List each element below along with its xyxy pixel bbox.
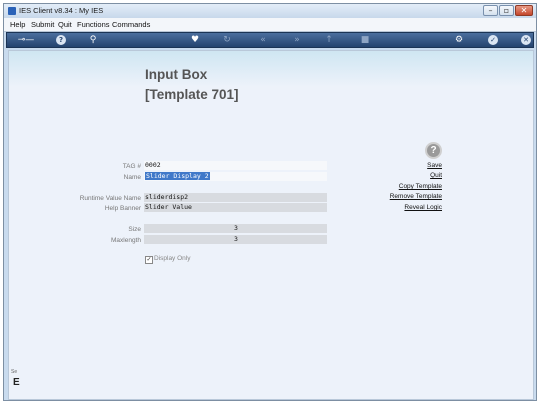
maximize-button[interactable]: ▫ bbox=[499, 5, 514, 16]
fast-forward-icon[interactable]: » bbox=[291, 34, 303, 46]
menu-functions[interactable]: Functions bbox=[77, 20, 110, 29]
key-icon[interactable]: ⊸— bbox=[15, 34, 37, 46]
app-window: IES Client v8.34 : My IES – ▫ ✕ Help Sub… bbox=[3, 3, 537, 401]
minimize-button[interactable]: – bbox=[483, 5, 498, 16]
window-title: IES Client v8.34 : My IES bbox=[19, 6, 104, 15]
check-icon[interactable]: ✓ bbox=[488, 35, 498, 45]
display-only-label: Display Only bbox=[154, 255, 191, 262]
sidebar-stub-letter[interactable]: E bbox=[13, 377, 20, 388]
display-only-checkbox[interactable]: ✓ bbox=[145, 256, 153, 264]
help-banner-label: Help Banner bbox=[104, 205, 141, 212]
reveal-logic-link[interactable]: Reveal Logic bbox=[352, 204, 442, 211]
size-label: Size bbox=[128, 226, 141, 233]
search-icon[interactable]: ⚲ bbox=[87, 34, 99, 46]
quit-link[interactable]: Quit bbox=[352, 172, 442, 179]
save-link[interactable]: Save bbox=[352, 162, 442, 169]
menu-submit[interactable]: Submit bbox=[31, 20, 54, 29]
menu-help[interactable]: Help bbox=[10, 20, 25, 29]
runtime-value-field[interactable]: sliderdisp2 bbox=[144, 193, 327, 202]
settings-icon[interactable]: ⚙ bbox=[453, 34, 465, 46]
upload-icon[interactable]: ↑ bbox=[323, 34, 335, 46]
tag-field[interactable]: 0002 bbox=[144, 161, 327, 170]
runtime-value-label: Runtime Value Name bbox=[79, 195, 141, 202]
app-icon bbox=[8, 7, 16, 15]
help-circle-icon[interactable]: ? bbox=[425, 142, 442, 159]
menu-bar: Help Submit Quit Functions Commands bbox=[4, 18, 536, 32]
maxlength-field[interactable]: 3 bbox=[144, 235, 327, 244]
stop-icon[interactable]: ■ bbox=[359, 34, 371, 46]
name-field-selected-text: Slider Display 2 bbox=[145, 172, 210, 180]
tag-label: TAG # bbox=[122, 163, 141, 170]
content-header-gradient bbox=[9, 51, 533, 87]
name-field[interactable]: Slider Display 2 bbox=[144, 172, 327, 181]
help-icon[interactable]: ? bbox=[56, 35, 66, 45]
help-banner-field[interactable]: Slider Value bbox=[144, 203, 327, 212]
close-window-button[interactable]: ✕ bbox=[515, 5, 533, 16]
title-bar: IES Client v8.34 : My IES – ▫ ✕ bbox=[4, 4, 536, 18]
refresh-icon[interactable]: ↻ bbox=[221, 34, 233, 46]
remove-template-link[interactable]: Remove Template bbox=[352, 193, 442, 200]
menu-quit[interactable]: Quit bbox=[58, 20, 72, 29]
rewind-icon[interactable]: « bbox=[257, 34, 269, 46]
close-icon[interactable]: ✕ bbox=[521, 35, 531, 45]
menu-commands[interactable]: Commands bbox=[112, 20, 150, 29]
copy-template-link[interactable]: Copy Template bbox=[352, 183, 442, 190]
main-content: Input Box [Template 701] TAG # 0002 Name… bbox=[8, 50, 534, 400]
size-field[interactable]: 3 bbox=[144, 224, 327, 233]
page-subtitle: [Template 701] bbox=[145, 87, 239, 102]
maxlength-label: Maxlength bbox=[111, 237, 141, 244]
name-label: Name bbox=[123, 174, 141, 181]
sidebar-stub-label: Se bbox=[11, 369, 18, 375]
page-title: Input Box bbox=[145, 67, 208, 82]
heart-icon[interactable]: ♥ bbox=[189, 34, 201, 46]
toolbar: ⊸— ? ⚲ ♥ ↻ « » ↑ ■ ⚙ ✓ ✕ bbox=[6, 32, 534, 48]
